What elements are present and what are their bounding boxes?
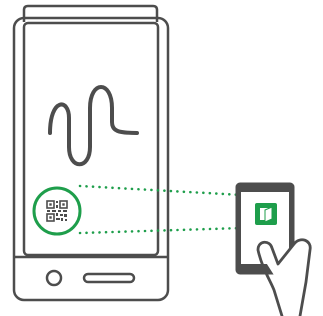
scan-beam-lines	[78, 184, 244, 235]
qr-highlight-ring	[32, 186, 82, 236]
app-icon	[255, 203, 277, 225]
qr-scan-illustration	[0, 0, 323, 316]
illustration-canvas	[12, 4, 312, 316]
signature-icon	[48, 85, 139, 167]
